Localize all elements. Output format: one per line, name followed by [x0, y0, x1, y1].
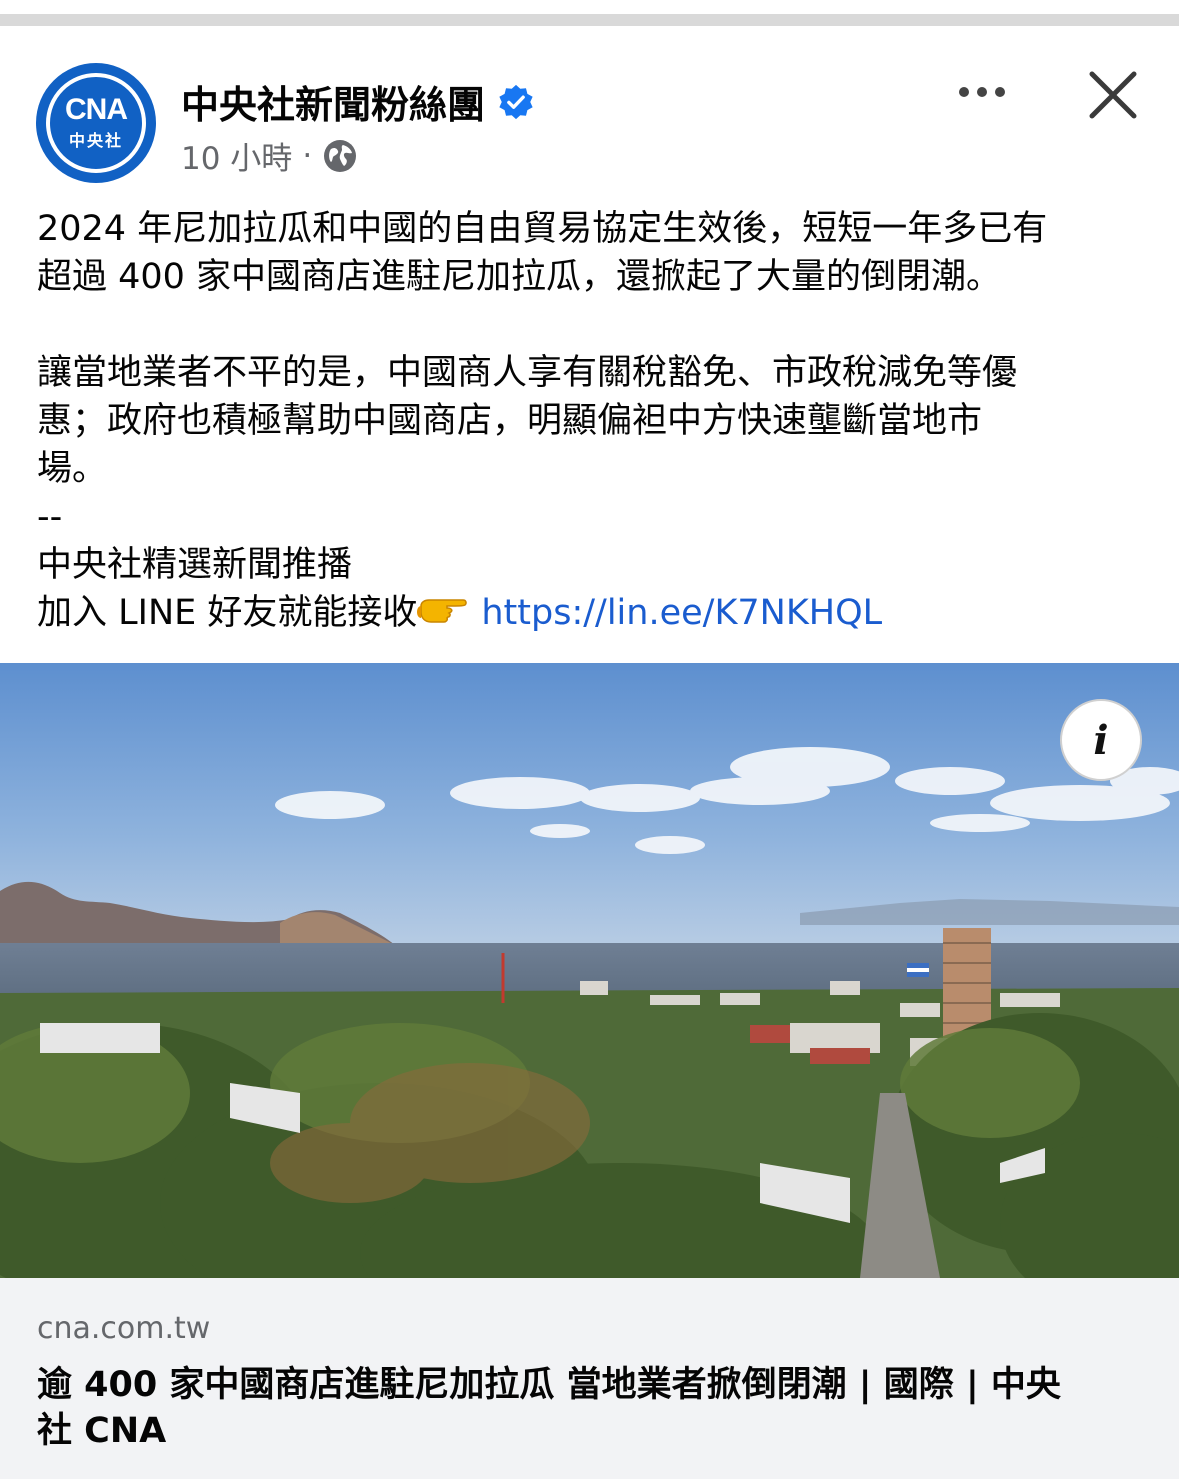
post-photo[interactable] — [0, 663, 1179, 1278]
post-timestamp[interactable]: 10 小時 — [181, 133, 292, 178]
logo-mark: CNA — [65, 93, 128, 126]
close-icon[interactable] — [1086, 68, 1140, 122]
preview-domain: cna.com.tw — [37, 1311, 211, 1346]
line-promo-row: 加入 LINE 好友就能接收 https://lin.ee/K7NKHQL — [37, 589, 1157, 637]
preview-headline-line: 逾 400 家中國商店進駐尼加拉瓜 當地業者掀倒閉潮 | 國際 | 中央 — [37, 1365, 1061, 1405]
promo-line: 中央社精選新聞推播 — [37, 545, 353, 585]
post-meta: 10 小時 · — [181, 133, 358, 178]
globe-icon — [324, 139, 357, 172]
line-promo-text: 加入 LINE 好友就能接收 — [37, 593, 418, 633]
page-name-row: 中央社新聞粉絲團 — [181, 74, 535, 129]
logo-subtext: 中央社 — [68, 131, 123, 150]
more-options-icon[interactable] — [952, 70, 1012, 114]
page-avatar[interactable]: CNA 中央社 — [36, 63, 156, 183]
pointing-hand-emoji — [417, 599, 468, 623]
landscape-image — [0, 663, 1179, 1278]
line-link[interactable]: https://lin.ee/K7NKHQL — [481, 593, 882, 633]
preview-headline-line: 社 CNA — [37, 1411, 167, 1451]
post-text-line: 場。 — [37, 449, 108, 489]
page-name[interactable]: 中央社新聞粉絲團 — [181, 74, 485, 129]
post-text-line: 惠；政府也積極幫助中國商店，明顯偏袒中方快速壟斷當地市 — [37, 401, 983, 441]
preview-headline[interactable]: 逾 400 家中國商店進駐尼加拉瓜 當地業者掀倒閉潮 | 國際 | 中央 社 C… — [37, 1362, 1147, 1454]
post-body: 2024 年尼加拉瓜和中國的自由貿易協定生效後，短短一年多已有 超過 400 家… — [37, 205, 1157, 637]
info-icon[interactable]: i — [1060, 699, 1142, 781]
meta-separator: · — [302, 137, 313, 174]
post-text-line: 2024 年尼加拉瓜和中國的自由貿易協定生效後，短短一年多已有 — [37, 209, 1048, 249]
separator-dashes: -- — [37, 497, 63, 537]
post-text-line: 超過 400 家中國商店進駐尼加拉瓜，還掀起了大量的倒閉潮。 — [37, 257, 1002, 297]
verified-badge-icon — [499, 84, 533, 119]
post-text-line: 讓當地業者不平的是，中國商人享有關稅豁免、市政稅減免等優 — [37, 353, 1018, 393]
top-divider — [0, 14, 1179, 26]
cna-logo: CNA 中央社 — [46, 73, 146, 173]
